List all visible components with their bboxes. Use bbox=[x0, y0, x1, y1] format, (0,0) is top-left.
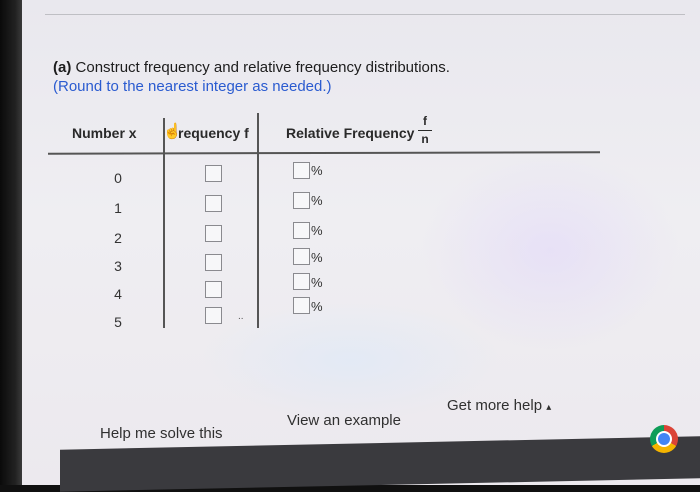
question-text: (a) Construct frequency and relative fre… bbox=[53, 58, 473, 96]
relative-frequency-input[interactable] bbox=[293, 273, 310, 290]
row-x-value: 4 bbox=[114, 286, 122, 302]
header-number-x: Number x bbox=[72, 125, 137, 141]
top-divider bbox=[45, 14, 685, 15]
relative-frequency-input[interactable] bbox=[293, 192, 310, 209]
column-divider-2 bbox=[257, 113, 259, 328]
relative-frequency-input[interactable] bbox=[293, 222, 310, 239]
fraction-denominator: n bbox=[421, 132, 429, 146]
percent-sign: % bbox=[311, 223, 323, 238]
frequency-input[interactable] bbox=[205, 225, 222, 242]
question-hint: (Round to the nearest integer as needed.… bbox=[53, 78, 332, 95]
view-an-example-button[interactable]: View an example bbox=[287, 412, 401, 429]
frequency-input[interactable] bbox=[205, 254, 222, 271]
row-x-value: 1 bbox=[114, 200, 122, 216]
hand-pointer-icon: ☝ bbox=[163, 123, 182, 140]
help-me-solve-this-button[interactable]: Help me solve this bbox=[100, 425, 223, 442]
frequency-input[interactable] bbox=[205, 281, 222, 298]
frequency-input[interactable] bbox=[205, 307, 222, 324]
relative-frequency-input[interactable] bbox=[293, 297, 310, 314]
chrome-icon[interactable] bbox=[650, 425, 678, 453]
row-x-value: 3 bbox=[114, 258, 122, 274]
frequency-input[interactable] bbox=[205, 165, 222, 182]
relative-frequency-input[interactable] bbox=[293, 248, 310, 265]
question-prompt: Construct frequency and relative frequen… bbox=[75, 59, 450, 76]
fraction-bar bbox=[418, 130, 432, 131]
row-x-value: 2 bbox=[114, 230, 122, 246]
question-part-label: (a) bbox=[53, 59, 72, 76]
percent-sign: % bbox=[311, 250, 323, 265]
header-frequency: requency f bbox=[178, 125, 249, 141]
screen: (a) Construct frequency and relative fre… bbox=[0, 0, 700, 485]
column-divider-1 bbox=[163, 118, 165, 328]
ellipsis-mark: .. bbox=[238, 311, 244, 322]
get-more-help-button[interactable]: Get more help ▴ bbox=[447, 397, 551, 414]
get-more-help-label: Get more help bbox=[447, 397, 543, 414]
fraction-numerator: f bbox=[423, 114, 427, 128]
percent-sign: % bbox=[311, 163, 323, 178]
percent-sign: % bbox=[311, 299, 323, 314]
relative-frequency-input[interactable] bbox=[293, 162, 310, 179]
row-x-value: 5 bbox=[114, 314, 122, 330]
caret-up-icon: ▴ bbox=[546, 402, 552, 413]
fraction-f-over-n: f n bbox=[418, 115, 432, 146]
percent-sign: % bbox=[311, 275, 323, 290]
monitor-bezel-left bbox=[0, 0, 22, 485]
frequency-input[interactable] bbox=[205, 195, 222, 212]
row-x-value: 0 bbox=[114, 170, 122, 186]
percent-sign: % bbox=[311, 193, 323, 208]
header-relative-frequency: Relative Frequency bbox=[286, 125, 415, 141]
